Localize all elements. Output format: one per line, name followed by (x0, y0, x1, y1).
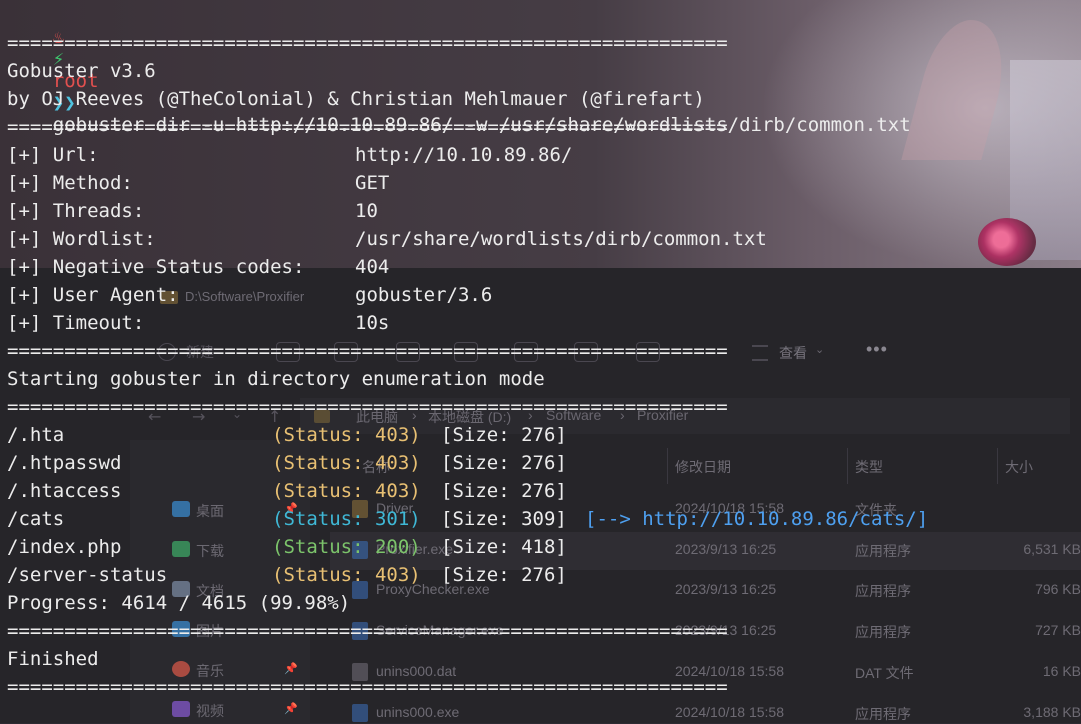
separator-line: ========================================… (7, 396, 728, 418)
finished-message: Finished (7, 648, 99, 670)
terminal-output[interactable]: ♨ ⚡ root ❯❯ gobuster dir -u http://10.10… (0, 0, 1081, 723)
config-value-url: http://10.10.89.86/ (355, 144, 573, 166)
result-status: (Status: 403) (272, 480, 421, 502)
result-redirect-link[interactable]: [--> http://10.10.89.86/cats/] (585, 508, 928, 530)
config-key-threads: [+] Threads: (7, 200, 145, 222)
config-value-timeout: 10s (355, 312, 390, 334)
result-status: (Status: 200) (272, 536, 421, 558)
result-path: /.hta (7, 424, 65, 446)
result-size: [Size: 418] (441, 536, 567, 558)
config-value-threads: 10 (355, 200, 378, 222)
result-path: /.htpasswd (7, 452, 122, 474)
separator-line: ========================================… (7, 116, 728, 138)
config-value-user-agent: gobuster/3.6 (355, 284, 493, 306)
config-key-negative-status: [+] Negative Status codes: (7, 256, 305, 278)
separator-line: ========================================… (7, 676, 728, 698)
separator-line: ========================================… (7, 620, 728, 642)
result-path: /.htaccess (7, 480, 122, 502)
result-size: [Size: 276] (441, 452, 567, 474)
config-key-method: [+] Method: (7, 172, 133, 194)
result-path: /cats (7, 508, 65, 530)
config-value-wordlist: /usr/share/wordlists/dirb/common.txt (355, 228, 767, 250)
banner-title: Gobuster v3.6 (7, 60, 156, 82)
result-size: [Size: 276] (441, 564, 567, 586)
result-path: /index.php (7, 536, 122, 558)
result-path: /server-status (7, 564, 168, 586)
config-key-user-agent: [+] User Agent: (7, 284, 179, 306)
result-status: (Status: 403) (272, 424, 421, 446)
config-key-url: [+] Url: (7, 144, 99, 166)
config-key-wordlist: [+] Wordlist: (7, 228, 156, 250)
config-value-negative-status: 404 (355, 256, 390, 278)
config-value-method: GET (355, 172, 390, 194)
progress-line: Progress: 4614 / 4615 (99.98%) (7, 592, 351, 614)
separator-line: ========================================… (7, 340, 728, 362)
result-size: [Size: 309] (441, 508, 567, 530)
result-status: (Status: 403) (272, 564, 421, 586)
result-status: (Status: 301) (272, 508, 421, 530)
banner-authors: by OJ Reeves (@TheColonial) & Christian … (7, 88, 705, 110)
result-size: [Size: 276] (441, 480, 567, 502)
config-key-timeout: [+] Timeout: (7, 312, 145, 334)
result-status: (Status: 403) (272, 452, 421, 474)
separator-line: ========================================… (7, 32, 728, 54)
result-size: [Size: 276] (441, 424, 567, 446)
start-message: Starting gobuster in directory enumerati… (7, 368, 545, 390)
